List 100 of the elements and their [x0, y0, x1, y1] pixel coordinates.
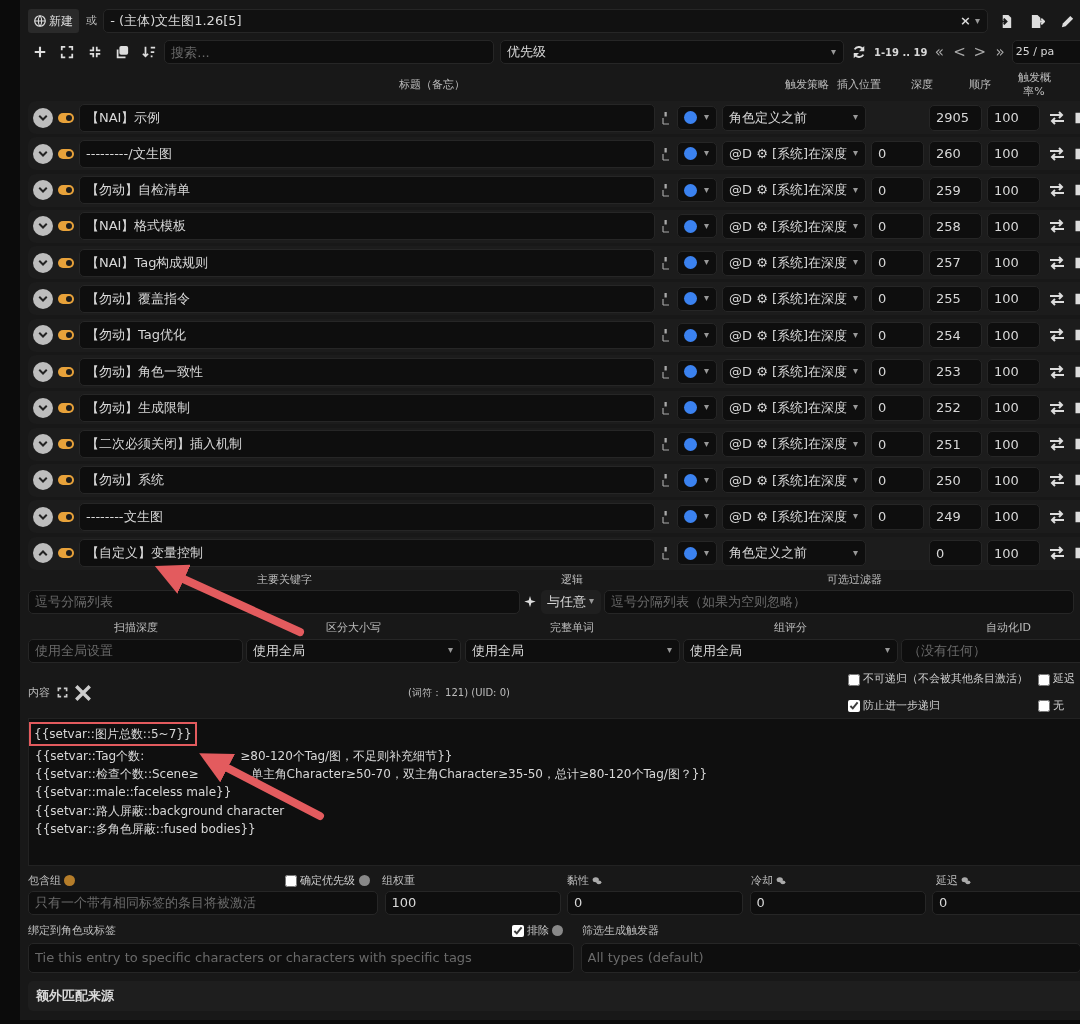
probability-field[interactable]: 100 [987, 140, 1040, 167]
position-select[interactable]: @D ⚙ [系统]在深度 [722, 286, 866, 312]
probability-field[interactable]: 100 [987, 503, 1040, 530]
order-field[interactable]: 254 [929, 322, 982, 349]
page-size-select[interactable]: 25 / pa [1011, 40, 1080, 64]
depth-field[interactable]: 0 [871, 467, 924, 494]
clear-icon[interactable]: × [960, 11, 971, 31]
position-select[interactable]: @D ⚙ [系统]在深度 [722, 467, 866, 494]
probability-field[interactable]: 100 [987, 213, 1040, 240]
field-label: 筛选生成触发器 [582, 922, 659, 939]
depth-field[interactable]: 0 [871, 177, 924, 204]
position-select[interactable]: 角色定义之前 [722, 540, 866, 567]
content-text: {{setvar::路人屏蔽::background character [35, 802, 285, 820]
probability-field[interactable]: 100 [987, 358, 1040, 385]
setting-field[interactable]: 使用全局设置 [28, 638, 243, 663]
filter-field[interactable]: 逗号分隔列表（如果为空则忽略） [603, 589, 1074, 614]
order-field[interactable]: 2905 [929, 104, 982, 131]
content-text: {{setvar::图片总数::5~7}} [34, 725, 192, 743]
probability-field[interactable]: 100 [987, 286, 1040, 312]
first-page-button[interactable]: « [930, 40, 948, 64]
sort-select[interactable]: 优先级 [499, 40, 844, 64]
title-field[interactable]: ---------/文生图 [79, 139, 655, 168]
depth-field[interactable]: 0 [871, 140, 924, 167]
number-field[interactable]: 0 [932, 890, 1080, 915]
depth-field[interactable]: 0 [871, 213, 924, 240]
title-field[interactable]: 【勿动】自检清单 [79, 176, 655, 205]
probability-field[interactable]: 100 [987, 431, 1040, 458]
extra-sources-header[interactable]: 额外匹配来源 [28, 980, 1080, 1011]
new-button[interactable]: 新建 [28, 9, 80, 33]
order-field[interactable]: 259 [929, 177, 982, 204]
position-select[interactable]: @D ⚙ [系统]在深度 [722, 322, 866, 349]
position-select[interactable]: @D ⚙ [系统]在深度 [722, 177, 866, 204]
title-field[interactable]: 【勿动】角色一致性 [79, 357, 655, 386]
order-field[interactable]: 251 [929, 431, 982, 458]
title-field[interactable]: 【二次必须关闭】插入机制 [79, 430, 655, 459]
order-field[interactable]: 250 [929, 467, 982, 494]
setting-field[interactable]: （没有任何） [901, 638, 1080, 663]
setting-select[interactable]: 使用全局 [246, 638, 462, 663]
position-select[interactable]: @D ⚙ [系统]在深度 [722, 213, 866, 240]
order-field[interactable]: 253 [929, 358, 982, 385]
probability-field[interactable]: 100 [987, 249, 1040, 276]
position-select[interactable]: @D ⚙ [系统]在深度 [722, 431, 866, 458]
probability-field[interactable]: 100 [987, 467, 1040, 494]
world-select[interactable]: - (主体)文生图1.26[5] × [103, 9, 989, 33]
depth-field[interactable]: 0 [871, 249, 924, 276]
trigger-filter-field[interactable]: All types (default) [580, 942, 1080, 973]
order-field[interactable]: 257 [929, 249, 982, 276]
title-field[interactable]: 【勿动】系统 [79, 466, 655, 495]
depth-field[interactable]: 0 [871, 503, 924, 530]
number-field[interactable]: 100 [384, 890, 561, 915]
depth-field[interactable]: 0 [871, 394, 924, 421]
order-field[interactable]: 260 [929, 140, 982, 167]
position-select[interactable]: @D ⚙ [系统]在深度 [722, 249, 866, 276]
position-select[interactable]: 角色定义之前 [722, 104, 866, 131]
order-field[interactable]: 0 [929, 540, 982, 567]
order-field[interactable]: 249 [929, 503, 982, 530]
title-field[interactable]: --------文生图 [79, 502, 655, 531]
setting-select[interactable]: 使用全局 [464, 638, 680, 663]
character-tag-field[interactable]: Tie this entry to specific characters or characters with specific tags [28, 942, 574, 973]
position-select[interactable]: @D ⚙ [系统]在深度 [722, 503, 866, 530]
number-field[interactable]: 0 [749, 890, 926, 915]
order-field[interactable]: 252 [929, 394, 982, 421]
checkbox-label: 防止进一步递归 [863, 697, 940, 714]
field-label: 逻辑 [560, 572, 584, 587]
title-field[interactable]: 【勿动】Tag优化 [79, 321, 655, 350]
probability-field[interactable]: 100 [987, 177, 1040, 204]
column-header: 触发策略 [784, 77, 830, 92]
number-field[interactable]: 0 [567, 890, 743, 915]
position-select[interactable]: @D ⚙ [系统]在深度 [722, 394, 866, 421]
probability-field[interactable]: 100 [987, 322, 1040, 349]
depth-field[interactable]: 0 [871, 322, 924, 349]
keyword-field[interactable]: 逗号分隔列表 [28, 589, 520, 614]
title-field[interactable]: 【NAI】Tag构成规则 [79, 248, 655, 277]
depth-field[interactable]: 0 [871, 431, 924, 458]
depth-field[interactable]: 0 [871, 286, 924, 312]
probability-field[interactable]: 100 [987, 540, 1040, 567]
search-field[interactable]: 搜索... [164, 40, 495, 64]
next-page-button[interactable]: > [971, 40, 989, 64]
page-range: 1-19 .. 19 [874, 45, 928, 60]
field-label: 绑定到角色或标签 [28, 922, 117, 939]
title-field[interactable]: 【NAI】示例 [79, 103, 655, 132]
order-field[interactable]: 258 [929, 213, 982, 240]
position-select[interactable]: @D ⚙ [系统]在深度 [722, 358, 866, 385]
field-label: 黏性 [566, 872, 589, 889]
logic-select[interactable]: 与任意 [540, 589, 601, 614]
title-field[interactable]: 【NAI】格式模板 [79, 212, 655, 241]
title-field[interactable]: 【自定义】变量控制 [79, 539, 655, 568]
prev-page-button[interactable]: < [951, 40, 968, 64]
depth-field[interactable]: 0 [871, 358, 924, 385]
order-field[interactable]: 255 [929, 286, 982, 312]
title-field[interactable]: 【勿动】生成限制 [79, 393, 655, 422]
field-label: 完整单词 [549, 620, 595, 635]
title-field[interactable]: 【勿动】覆盖指令 [79, 285, 655, 313]
probability-field[interactable]: 100 [987, 394, 1040, 421]
probability-field[interactable]: 100 [987, 104, 1040, 131]
position-select[interactable]: @D ⚙ [系统]在深度 [722, 140, 866, 167]
checkbox-label: 延迟 [1053, 671, 1075, 688]
checkbox-label: 排除 [527, 922, 549, 939]
last-page-button[interactable]: » [991, 40, 1009, 64]
setting-select[interactable]: 使用全局 [682, 638, 898, 663]
